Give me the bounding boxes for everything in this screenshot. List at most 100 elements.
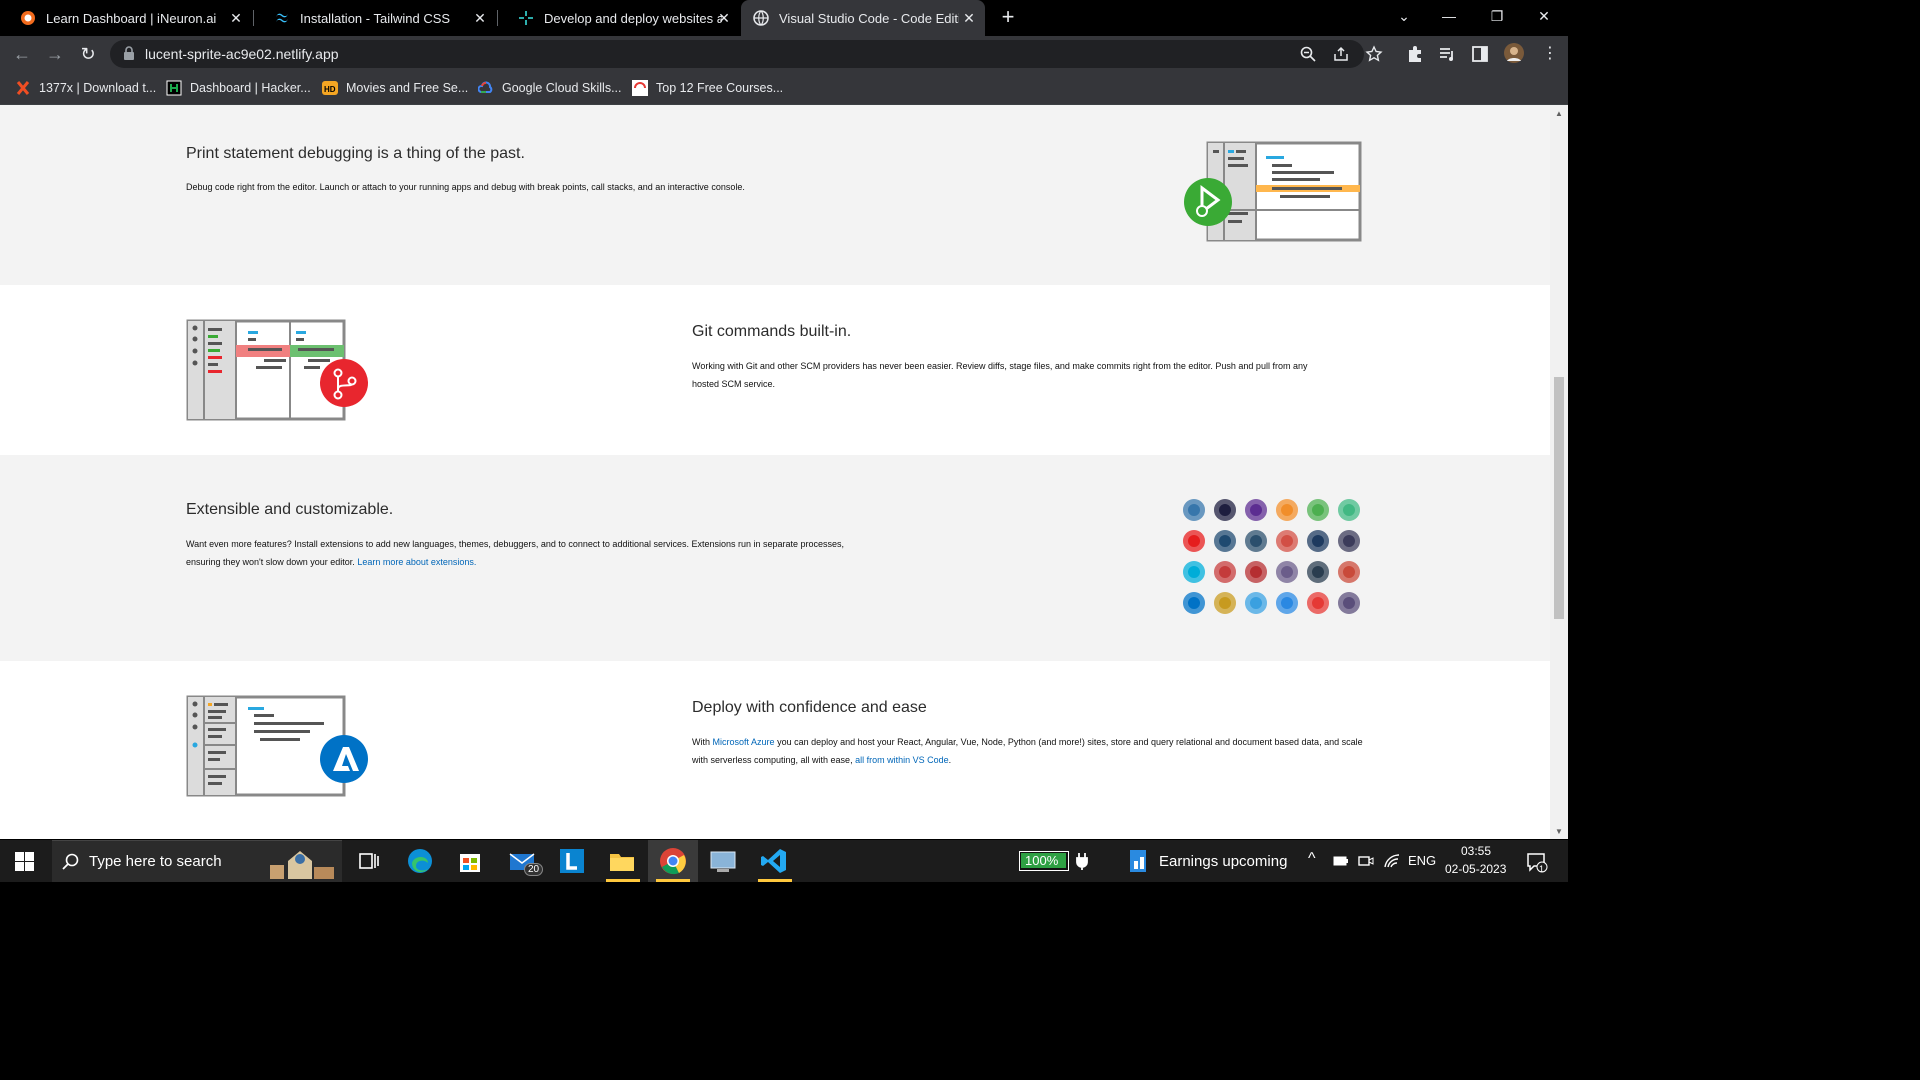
close-tab-icon[interactable]: ✕ <box>226 8 246 28</box>
m-icon <box>1276 530 1298 552</box>
azure-illustration <box>186 695 368 797</box>
chevron-up-icon[interactable]: ^ <box>1308 850 1316 868</box>
bookmark-google-cloud[interactable]: Google Cloud Skills... <box>478 78 622 98</box>
notification-count: 1 <box>1539 864 1545 874</box>
deploy-body: With Microsoft Azure you can deploy and … <box>692 733 1372 769</box>
debug-play-icon <box>1184 178 1232 226</box>
extensions-icon[interactable] <box>1406 45 1424 63</box>
address-bar[interactable]: lucent-sprite-ac9e02.netlify.app <box>110 40 1383 68</box>
deploy-section: Deploy with confidence and ease With Mic… <box>0 661 1550 839</box>
reading-list-icon[interactable] <box>1438 45 1456 63</box>
extensible-title: Extensible and customizable. <box>186 501 394 518</box>
mail-app[interactable]: 20 <box>506 845 544 877</box>
side-panel-icon[interactable] <box>1471 45 1489 63</box>
search-icon <box>62 853 79 870</box>
scroll-down-icon[interactable]: ▼ <box>1555 827 1563 836</box>
clock-time[interactable]: 03:55 <box>1461 844 1491 858</box>
bookmark-label: Dashboard | Hacker... <box>190 81 311 95</box>
page-scrollbar[interactable]: ▲ ▼ <box>1550 105 1568 839</box>
microsoft-azure-link[interactable]: Microsoft Azure <box>713 737 775 747</box>
zoom-icon[interactable] <box>1299 45 1317 63</box>
java-icon <box>1183 530 1205 552</box>
back-button[interactable]: ← <box>8 40 36 68</box>
l-app-icon[interactable] <box>556 845 588 877</box>
star-icon[interactable] <box>1365 45 1383 63</box>
browser-toolbar: ← → ↻ lucent-sprite-ac9e02.netlify.app ⋮ <box>0 36 1568 72</box>
tab-vscode-active[interactable]: Visual Studio Code - Code Editing ✕ <box>741 0 985 36</box>
notification-icon[interactable] <box>1526 851 1548 873</box>
minimize-button[interactable]: — <box>1426 0 1472 32</box>
go-icon <box>1183 561 1205 583</box>
task-view-icon[interactable] <box>352 845 384 877</box>
docker-icon <box>1245 530 1267 552</box>
new-tab-button[interactable]: + <box>997 6 1019 28</box>
forward-button[interactable]: → <box>41 40 69 68</box>
menu-icon[interactable]: ⋮ <box>1536 40 1564 68</box>
battery-tray-icon[interactable] <box>1333 854 1349 868</box>
tab-title: Learn Dashboard | iNeuron.ai <box>46 10 217 26</box>
git-section: Git commands built-in. Working with Git … <box>0 285 1550 455</box>
debug-body: Debug code right from the editor. Launch… <box>186 182 745 192</box>
angular-icon <box>1245 561 1267 583</box>
close-tab-icon[interactable]: ✕ <box>714 8 734 28</box>
git-title: Git commands built-in. <box>692 323 852 340</box>
avatar[interactable] <box>1503 42 1525 64</box>
browser-chrome: Learn Dashboard | iNeuron.ai ✕ Installat… <box>0 0 1568 105</box>
reload-button[interactable]: ↻ <box>74 40 102 68</box>
todo-icon <box>1214 561 1236 583</box>
wifi-icon[interactable] <box>1383 852 1401 870</box>
restore-button[interactable]: ❐ <box>1474 0 1520 32</box>
search-highlight-icon <box>270 851 334 879</box>
url-text[interactable]: lucent-sprite-ac9e02.netlify.app <box>145 46 339 62</box>
close-tab-icon[interactable]: ✕ <box>959 8 979 28</box>
vue-icon <box>1338 499 1360 521</box>
close-tab-icon[interactable]: ✕ <box>470 8 490 28</box>
vscode-link[interactable]: all from within VS Code <box>855 755 949 765</box>
meet-now-icon[interactable] <box>1358 853 1374 869</box>
store-icon[interactable] <box>454 845 486 877</box>
remote-desktop-icon[interactable] <box>707 845 739 877</box>
courses-icon <box>632 80 648 96</box>
file-explorer-icon[interactable] <box>606 845 638 877</box>
plug-icon <box>1076 853 1088 870</box>
bookmark-1377x[interactable]: 1377x | Download t... <box>15 78 156 98</box>
battery-text: 100% <box>1025 853 1059 868</box>
tab-netlify[interactable]: Develop and deploy websites and ✕ <box>498 0 740 36</box>
tab-ineuron[interactable]: Learn Dashboard | iNeuron.ai ✕ <box>0 0 252 36</box>
bookmark-courses[interactable]: Top 12 Free Courses... <box>632 78 783 98</box>
pdf-icon <box>1307 592 1329 614</box>
bookmark-movies[interactable]: HD Movies and Free Se... <box>322 78 468 98</box>
tab-search-icon[interactable]: ⌄ <box>1381 0 1427 32</box>
vscode-icon <box>1214 530 1236 552</box>
diamond-icon <box>1245 592 1267 614</box>
taskbar-search[interactable]: Type here to search <box>52 840 342 882</box>
tab-title: Installation - Tailwind CSS <box>300 10 451 26</box>
search-placeholder: Type here to search <box>89 853 222 870</box>
learn-extensions-link[interactable]: Learn more about extensions. <box>357 557 476 567</box>
google-cloud-icon <box>478 81 493 93</box>
tab-tailwind[interactable]: Installation - Tailwind CSS ✕ <box>254 0 496 36</box>
tab-title: Visual Studio Code - Code Editing <box>779 10 959 26</box>
extensible-body: Want even more features? Install extensi… <box>186 535 846 571</box>
chrome-debug-icon <box>1307 499 1329 521</box>
extensible-body-text: Want even more features? Install extensi… <box>186 539 845 567</box>
scrollbar-thumb[interactable] <box>1554 377 1564 619</box>
netlify-icon <box>519 11 533 25</box>
language-indicator[interactable]: ENG <box>1408 853 1436 868</box>
clock-date[interactable]: 02-05-2023 <box>1445 862 1506 876</box>
news-icon[interactable] <box>1128 849 1150 873</box>
bookmark-hackerrank[interactable]: Dashboard | Hacker... <box>166 78 311 98</box>
edge-icon[interactable] <box>404 845 436 877</box>
vscode-taskbar-icon[interactable] <box>758 845 790 877</box>
battery-indicator[interactable]: 100% <box>1019 851 1069 871</box>
scroll-up-icon[interactable]: ▲ <box>1555 109 1563 118</box>
hackerrank-icon <box>166 80 182 96</box>
chrome-running-indicator <box>656 879 690 882</box>
chrome-icon[interactable] <box>657 845 689 877</box>
news-text[interactable]: Earnings upcoming <box>1159 853 1287 870</box>
windows-start-icon[interactable] <box>15 852 34 871</box>
cpp-icon <box>1245 499 1267 521</box>
close-window-button[interactable]: ✕ <box>1521 0 1567 32</box>
share-icon[interactable] <box>1332 45 1350 63</box>
n-icon <box>1214 499 1236 521</box>
